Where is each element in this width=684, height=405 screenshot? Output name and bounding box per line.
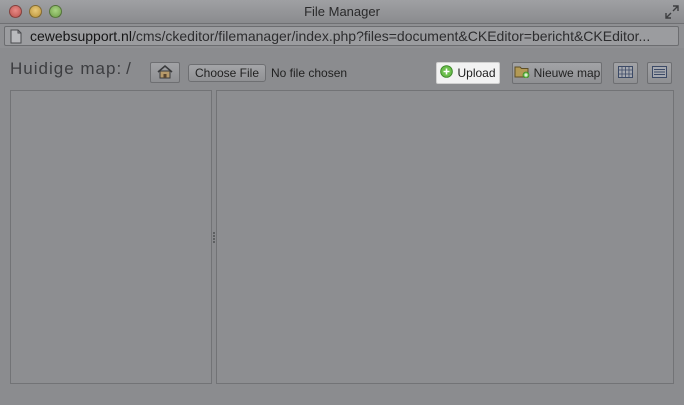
url-text: cewebsupport.nl/cms/ckeditor/filemanager… — [30, 28, 650, 44]
current-directory: Huidige map: / — [10, 59, 132, 79]
document-icon — [10, 29, 22, 44]
toolbar: Huidige map: / Choose File No file chosen… — [0, 48, 684, 90]
window-title: File Manager — [304, 4, 380, 19]
new-folder-label: Nieuwe map — [533, 66, 601, 80]
folder-tree-pane[interactable] — [10, 90, 212, 384]
grid-view-icon — [618, 65, 633, 81]
home-button[interactable] — [150, 62, 180, 83]
new-folder-button[interactable]: Nieuwe map — [512, 62, 602, 84]
add-circle-icon — [440, 65, 454, 81]
file-manager-window: File Manager cewebsupport.nl/cms/ckedito… — [0, 0, 684, 405]
url-field[interactable]: cewebsupport.nl/cms/ckeditor/filemanager… — [4, 26, 679, 46]
file-list-pane[interactable] — [216, 90, 674, 384]
folder-add-icon — [514, 65, 530, 81]
current-directory-path: / — [126, 59, 132, 78]
grid-view-button[interactable] — [613, 62, 638, 84]
resize-icon[interactable] — [665, 5, 679, 19]
current-directory-label: Huidige map: — [10, 59, 123, 78]
file-status-text: No file chosen — [271, 66, 348, 80]
home-icon — [156, 64, 174, 82]
list-view-icon — [652, 65, 667, 81]
title-bar: File Manager — [0, 0, 684, 24]
url-path: /cms/ckeditor/filemanager/index.php?file… — [131, 28, 651, 44]
upload-button[interactable]: Upload — [436, 62, 500, 84]
choose-file-button[interactable]: Choose File — [188, 64, 266, 82]
upload-label: Upload — [457, 66, 496, 80]
address-bar: cewebsupport.nl/cms/ckeditor/filemanager… — [0, 24, 684, 48]
url-host: cewebsupport.nl — [30, 28, 132, 44]
list-view-button[interactable] — [647, 62, 672, 84]
